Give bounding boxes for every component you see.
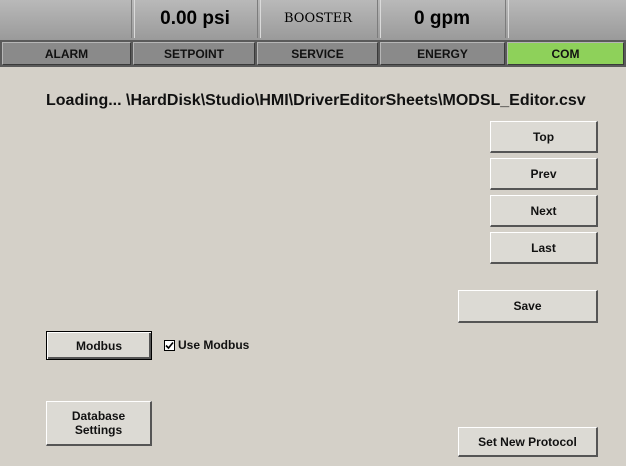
tab-setpoint[interactable]: SETPOINT xyxy=(133,42,255,65)
prev-button[interactable]: Prev xyxy=(490,158,598,190)
tab-service[interactable]: SERVICE xyxy=(257,42,378,65)
flow-readout: 0 gpm xyxy=(414,8,470,29)
pressure-readout: 0.00 psi xyxy=(160,8,230,29)
save-button[interactable]: Save xyxy=(458,290,598,323)
use-modbus-label: Use Modbus xyxy=(178,338,250,352)
modbus-button[interactable]: Modbus xyxy=(46,331,152,360)
use-modbus-checkbox[interactable]: Use Modbus xyxy=(164,338,249,352)
checkmark-icon xyxy=(165,341,174,349)
next-button[interactable]: Next xyxy=(490,195,598,227)
loading-status-text: Loading... \HardDisk\Studio\HMI\DriverEd… xyxy=(46,92,586,109)
tab-alarm[interactable]: ALARM xyxy=(2,42,131,65)
tab-energy[interactable]: ENERGY xyxy=(380,42,505,65)
checkbox-box[interactable] xyxy=(164,339,175,351)
database-settings-button[interactable]: Database Settings xyxy=(46,401,152,446)
tab-com[interactable]: COM xyxy=(507,42,624,65)
mode-readout: BOOSTER xyxy=(284,11,352,26)
header-divider xyxy=(505,0,509,38)
status-header: 0.00 psi BOOSTER 0 gpm xyxy=(0,0,626,41)
tab-bar: ALARM SETPOINT SERVICE ENERGY COM xyxy=(0,40,626,67)
set-new-protocol-button[interactable]: Set New Protocol xyxy=(458,427,598,457)
database-settings-line1: Database xyxy=(71,409,126,423)
header-blank xyxy=(0,0,132,38)
last-button[interactable]: Last xyxy=(490,232,598,264)
database-settings-line2: Settings xyxy=(74,423,123,437)
top-button[interactable]: Top xyxy=(490,121,598,153)
